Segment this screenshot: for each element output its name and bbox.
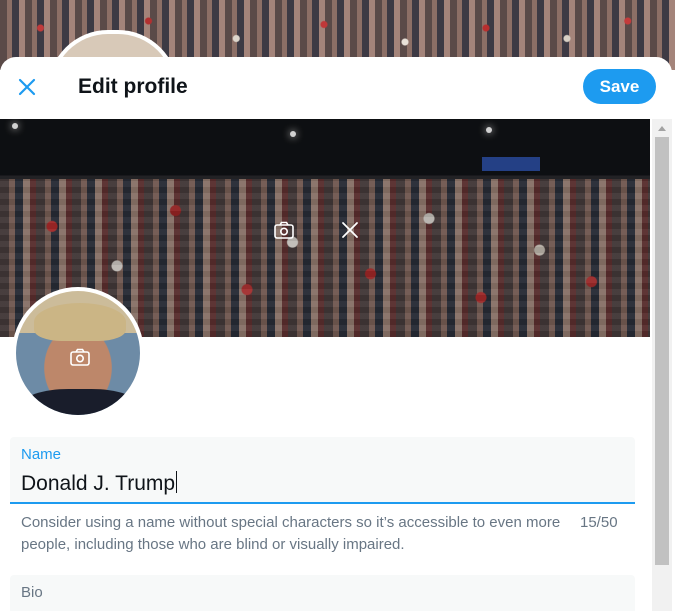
change-avatar-button[interactable] (67, 344, 93, 370)
name-field[interactable]: Name Donald J. Trump (10, 437, 635, 504)
name-hint: Consider using a name without special ch… (21, 514, 561, 553)
scrollbar-thumb[interactable] (655, 137, 669, 565)
name-input[interactable]: Donald J. Trump (21, 471, 178, 496)
bio-field-label: Bio (21, 584, 43, 601)
camera-icon (274, 221, 294, 239)
avatar[interactable] (12, 287, 144, 419)
text-caret (176, 471, 178, 493)
close-icon (18, 78, 36, 96)
remove-banner-button[interactable] (337, 217, 363, 243)
scroll-up-button[interactable] (652, 119, 672, 137)
close-button[interactable] (14, 74, 40, 100)
edit-profile-modal: Edit profile Save Name Donald J. Trump C… (0, 57, 672, 611)
modal-scroll-area[interactable]: Name Donald J. Trump Consider using a na… (0, 119, 672, 611)
name-input-value: Donald J. Trump (21, 472, 176, 495)
chevron-up-icon (658, 126, 666, 131)
camera-icon (70, 348, 90, 366)
bio-field[interactable]: Bio (10, 575, 635, 611)
modal-title: Edit profile (78, 75, 188, 98)
name-field-label: Name (21, 446, 62, 463)
scrollbar[interactable] (652, 119, 672, 611)
name-character-counter: 15/50 (580, 514, 618, 531)
change-banner-button[interactable] (271, 217, 297, 243)
save-button[interactable]: Save (583, 69, 656, 104)
modal-header: Edit profile Save (0, 57, 672, 119)
remove-icon (342, 222, 358, 238)
